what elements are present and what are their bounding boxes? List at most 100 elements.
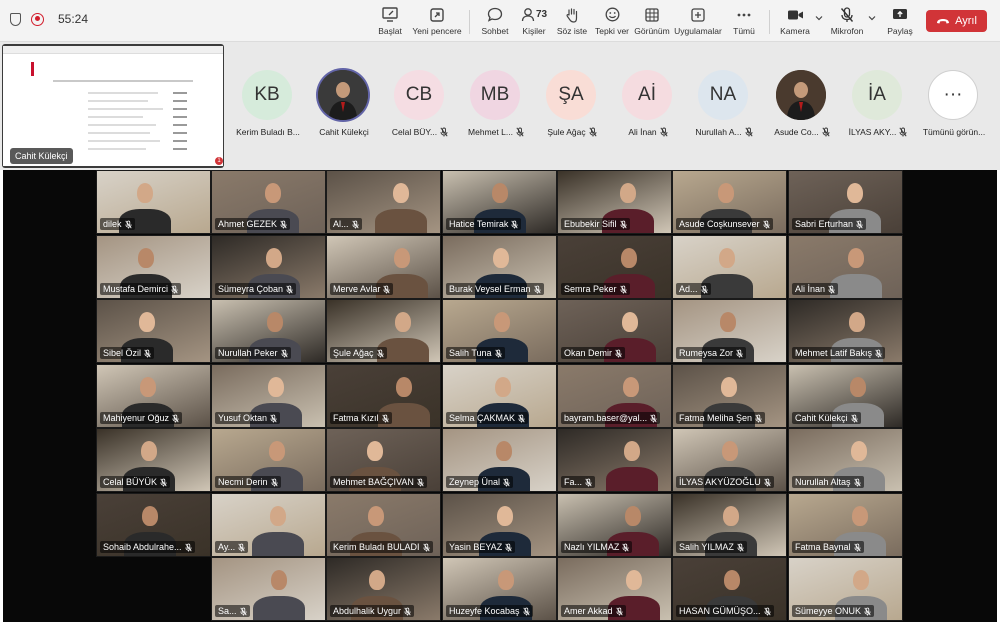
video-tile[interactable]: Mehmet BAĞÇIVAN: [326, 428, 441, 492]
video-tile[interactable]: Burak Veysel Erman: [442, 235, 557, 299]
participant-face: [620, 183, 636, 203]
video-tile[interactable]: Ay...: [211, 493, 326, 557]
participant-card[interactable]: Cahit Külekçi: [306, 42, 382, 170]
video-tile[interactable]: Semra Peker: [557, 235, 672, 299]
mic-off-icon: [850, 414, 858, 422]
video-tile[interactable]: Cahit Külekçi: [788, 364, 903, 428]
raise-hand-button[interactable]: Söz iste: [556, 6, 588, 38]
mic-off-icon: [511, 220, 518, 228]
participant-face: [270, 506, 286, 526]
tile-name-label: İLYAS AKYÜZOĞLU: [676, 476, 774, 488]
participant-name: Nurullah Altaş: [795, 477, 851, 487]
mic-off-icon: [533, 285, 541, 293]
participant-face: [718, 183, 734, 203]
video-tile[interactable]: Al...: [326, 170, 441, 234]
video-tile[interactable]: Amer Akkad: [557, 557, 672, 621]
video-tile[interactable]: Ali İnan: [788, 235, 903, 299]
mic-options-chevron-down-icon[interactable]: [868, 14, 876, 22]
video-tile[interactable]: Nurullah Peker: [211, 299, 326, 363]
video-tile[interactable]: Merve Avlar: [326, 235, 441, 299]
more-button[interactable]: Tümü: [730, 6, 758, 38]
video-tile[interactable]: Sohaib Abdulrahe...: [96, 493, 211, 557]
tile-name-label: HASAN GÜMÜŞO...: [676, 605, 774, 617]
participant-card[interactable]: İA İLYAS AKY...: [840, 42, 916, 170]
participant-card[interactable]: NA Nurullah A...: [686, 42, 762, 170]
participant-card[interactable]: CB Celal BÜY...: [382, 42, 458, 170]
video-tile[interactable]: dilek: [96, 170, 211, 234]
video-tile[interactable]: Ahmet GEZEK: [211, 170, 326, 234]
shared-screen-thumbnail[interactable]: Cahit Külekçi 1: [2, 44, 224, 168]
camera-button[interactable]: Kamera: [778, 6, 812, 38]
video-tile[interactable]: Nazlı YILMAZ: [557, 493, 672, 557]
video-tile[interactable]: Sümeyye ONUK: [788, 557, 903, 621]
participant-card[interactable]: ŞA Şule Ağaç: [534, 42, 610, 170]
video-tile[interactable]: Yusuf Oktan: [211, 364, 326, 428]
video-tile[interactable]: Fa...: [557, 428, 672, 492]
view-button[interactable]: Görünüm: [634, 6, 670, 38]
camera-options-chevron-down-icon[interactable]: [815, 14, 823, 22]
mic-off-icon: [124, 220, 132, 228]
video-tile[interactable]: Zeynep Ünal: [442, 428, 557, 492]
video-tile[interactable]: Yasin BEYAZ: [442, 493, 557, 557]
new-window-button[interactable]: Yeni pencere: [411, 6, 463, 38]
participant-name: Ahmet GEZEK: [218, 219, 278, 229]
participant-name-row: Asude Co...: [764, 127, 840, 137]
mic-off-icon: [736, 349, 743, 357]
mic-off-icon: [280, 220, 287, 228]
participant-name: Fatma Kızıl: [333, 413, 379, 423]
video-tile[interactable]: Ebubekir Sifil: [557, 170, 672, 234]
share-label: Paylaş: [887, 26, 913, 36]
video-tile[interactable]: Rumeysa Zor: [672, 299, 787, 363]
participant-card[interactable]: Aİ Ali İnan: [610, 42, 686, 170]
participant-name: Ay...: [218, 542, 236, 552]
video-tile[interactable]: Sümeyra Çoban: [211, 235, 326, 299]
participant-card[interactable]: MB Mehmet L...: [458, 42, 534, 170]
video-tile[interactable]: bayram.baser@yal...: [557, 364, 672, 428]
video-tile[interactable]: Necmi Derin: [211, 428, 326, 492]
video-tile[interactable]: Sibel Özil: [96, 299, 211, 363]
video-tile[interactable]: Fatma Baynal: [788, 493, 903, 557]
video-tile[interactable]: Celal BÜYÜK: [96, 428, 211, 492]
share-button[interactable]: Paylaş: [884, 6, 916, 38]
video-tile[interactable]: HASAN GÜMÜŞO...: [672, 557, 787, 621]
video-tile[interactable]: Fatma Meliha Şen: [672, 364, 787, 428]
video-tile[interactable]: Huzeyfe Kocabaş: [442, 557, 557, 621]
video-tile[interactable]: Sabri Erturhan: [788, 170, 903, 234]
video-tile[interactable]: Hatice Temirak: [442, 170, 557, 234]
react-button[interactable]: Tepki ver: [594, 6, 630, 38]
see-all-participants[interactable]: ··· Tümünü görün...: [916, 42, 992, 170]
video-tile[interactable]: Mustafa Demirci: [96, 235, 211, 299]
mic-off-icon: [899, 127, 907, 137]
video-tile[interactable]: Abdulhalik Uygur: [326, 557, 441, 621]
mic-off-icon: [503, 478, 510, 486]
video-tile[interactable]: Mahiyenur Oğuz: [96, 364, 211, 428]
video-tile[interactable]: Kerim Buladı BULADI: [326, 493, 441, 557]
video-tile[interactable]: Ad...: [672, 235, 787, 299]
participant-name: Mehmet Latif Bakış: [795, 348, 873, 358]
video-tile[interactable]: Sa...: [211, 557, 326, 621]
participant-card[interactable]: Asude Co...: [764, 42, 840, 170]
mic-off-icon: [853, 543, 861, 551]
video-tile[interactable]: İLYAS AKYÜZOĞLU: [672, 428, 787, 492]
apps-button[interactable]: Uygulamalar: [674, 6, 722, 38]
video-tile[interactable]: Mehmet Latif Bakış: [788, 299, 903, 363]
people-button[interactable]: 73 Kişiler: [517, 6, 551, 38]
participant-face: [367, 441, 383, 461]
video-tile[interactable]: Fatma Kızıl: [326, 364, 441, 428]
participant-face: [139, 312, 155, 332]
mic-button[interactable]: Mikrofon: [828, 6, 866, 38]
video-tile[interactable]: Asude Coşkunsever: [672, 170, 787, 234]
video-tile[interactable]: Salih YILMAZ: [672, 493, 787, 557]
video-tile[interactable]: Okan Demir: [557, 299, 672, 363]
video-tile[interactable]: Nurullah Altaş: [788, 428, 903, 492]
leave-button[interactable]: Ayrıl: [926, 10, 987, 32]
participant-card[interactable]: KB Kerim Buladı B...: [230, 42, 306, 170]
start-button[interactable]: Başlat: [376, 6, 404, 38]
video-tile[interactable]: Salih Tuna: [442, 299, 557, 363]
video-tile[interactable]: Şule Ağaç: [326, 299, 441, 363]
participant-face: [271, 570, 287, 590]
video-gallery: dilek Ahmet GEZEK Al... Hatice Temirak Ebube…: [3, 170, 997, 622]
mic-off-icon: [619, 285, 627, 293]
video-tile[interactable]: Selma ÇAKMAK: [442, 364, 557, 428]
chat-button[interactable]: Sohbet: [479, 6, 511, 38]
